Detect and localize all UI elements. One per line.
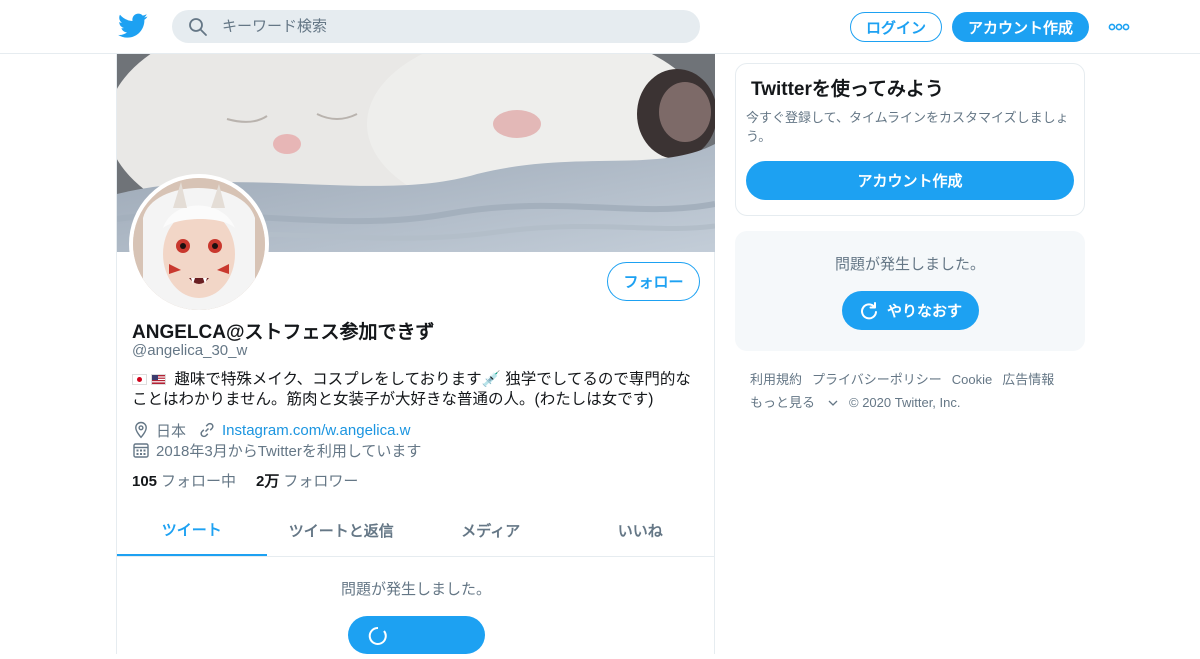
footer-link-terms[interactable]: 利用規約 [750, 372, 802, 387]
top-navigation-bar: ログイン アカウント作成 [0, 0, 1200, 54]
footer-copyright: © 2020 Twitter, Inc. [849, 395, 961, 410]
signup-card-button[interactable]: アカウント作成 [746, 161, 1074, 200]
link-icon [200, 422, 214, 438]
more-options-icon[interactable] [1106, 17, 1132, 37]
tab-tweets[interactable]: ツイート [117, 504, 267, 556]
follow-button[interactable]: フォロー [607, 262, 700, 301]
following-label: フォロー中 [161, 473, 237, 490]
signup-prompt-card: Twitterを使ってみよう 今すぐ登録して、タイムラインをカスタマイズしましょ… [735, 63, 1085, 216]
footer-link-cookie[interactable]: Cookie [952, 372, 992, 387]
tab-media[interactable]: メディア [416, 504, 566, 556]
refresh-icon [368, 626, 387, 645]
followers-label: フォロワー [283, 473, 359, 490]
calendar-icon [133, 443, 149, 458]
profile-bio: 趣味で特殊メイク、コスプレをしております💉 独学でしてるので専門的なことはわかり… [132, 370, 702, 410]
sidebar-retry-button[interactable]: やりなおす [842, 291, 979, 330]
profile-handle[interactable]: @angelica_30_w [132, 342, 247, 359]
profile-joined-row: 2018年3月からTwitterを利用しています [132, 440, 421, 460]
login-button[interactable]: ログイン [850, 12, 942, 42]
chevron-down-icon [828, 400, 838, 406]
profile-stats: 105 フォロー中 2万 フォロワー [132, 470, 378, 491]
profile-bio-text: 趣味で特殊メイク、コスプレをしております💉 独学でしてるので専門的なことはわかり… [132, 371, 691, 408]
profile-tabs: ツイート ツイートと返信 メディア いいね [117, 504, 715, 557]
sidebar-error-card: 問題が発生しました。 やりなおす [735, 231, 1085, 351]
timeline-retry-button[interactable] [348, 616, 485, 654]
profile-location: 日本 [156, 422, 187, 440]
search-box[interactable] [172, 10, 700, 43]
us-flag-icon [151, 374, 166, 385]
location-pin-icon [135, 421, 147, 439]
refresh-icon [861, 301, 877, 319]
profile-column: フォロー ANGELCA@ストフェス参加できず @angelica_30_w 趣… [116, 54, 715, 654]
footer-link-privacy[interactable]: プライバシーポリシー [812, 372, 942, 387]
footer-link-ads[interactable]: 広告情報 [1002, 372, 1054, 387]
footer-more-label: もっと見る [750, 395, 816, 410]
profile-avatar[interactable] [129, 174, 269, 314]
footer-link-more[interactable]: もっと見る [750, 395, 839, 410]
signup-card-title: Twitterを使ってみよう [751, 79, 944, 100]
timeline-error-message: 問題が発生しました。 [340, 581, 491, 598]
search-icon [189, 18, 207, 36]
following-stat[interactable]: 105 フォロー中 [132, 470, 236, 491]
profile-meta-row: 日本 Instagram.com/w.angelica.w [132, 420, 410, 440]
search-input[interactable] [222, 10, 682, 43]
sidebar-error-message: 問題が発生しました。 [834, 256, 985, 273]
profile-joined-date: 2018年3月からTwitterを利用しています [156, 442, 422, 460]
tab-tweets-and-replies[interactable]: ツイートと返信 [267, 504, 417, 556]
followers-stat[interactable]: 2万 フォロワー [256, 470, 358, 491]
following-count: 105 [132, 473, 158, 490]
tab-likes[interactable]: いいね [566, 504, 716, 556]
signup-card-description: 今すぐ登録して、タイムラインをカスタマイズしましょう。 [746, 110, 1069, 144]
japan-flag-icon [132, 374, 147, 385]
profile-website-link[interactable]: Instagram.com/w.angelica.w [222, 422, 410, 439]
followers-count: 2万 [256, 473, 280, 490]
signup-button[interactable]: アカウント作成 [952, 12, 1089, 42]
profile-display-name: ANGELCA@ストフェス参加できず [132, 322, 435, 343]
twitter-bird-logo-icon[interactable] [118, 13, 148, 39]
sidebar-footer: 利用規約 プライバシーポリシー Cookie 広告情報 もっと見る © 2020 Twi… [750, 368, 1085, 414]
sidebar-retry-label: やりなおす [886, 303, 962, 320]
